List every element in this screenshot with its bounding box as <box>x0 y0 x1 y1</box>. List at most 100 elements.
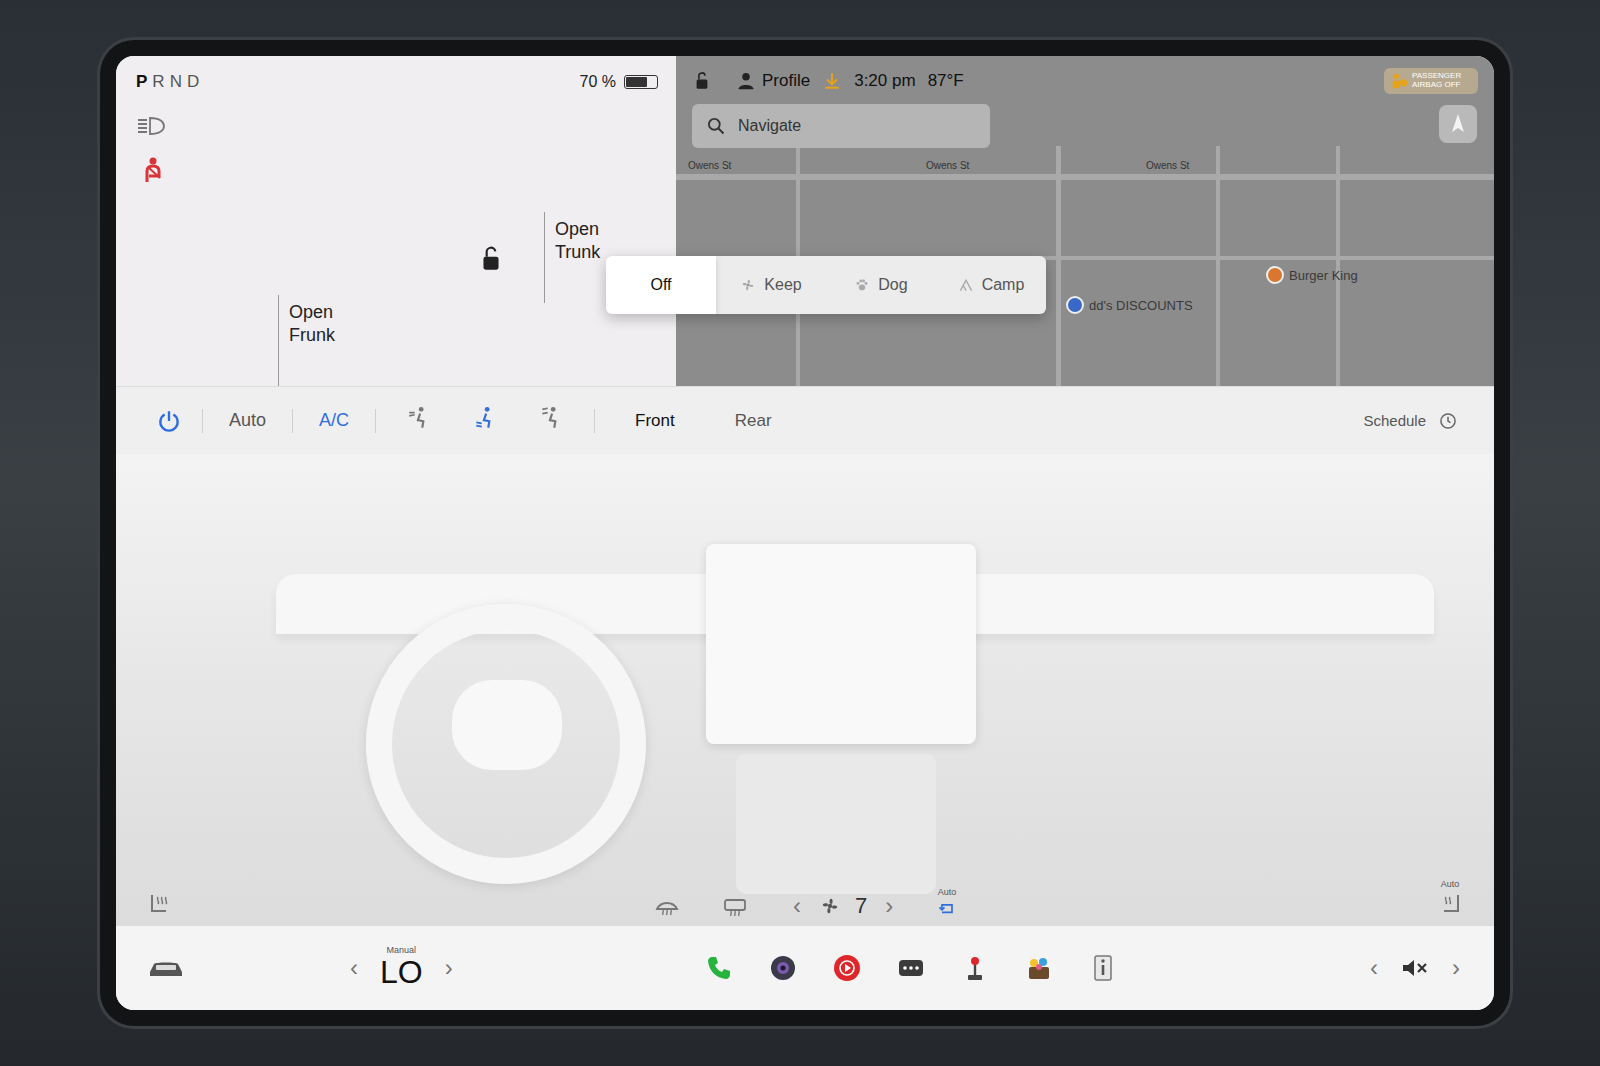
street-label: Owens St <box>1146 160 1189 171</box>
temperature-decrease-button[interactable]: ‹ <box>346 956 362 980</box>
divider <box>292 409 293 433</box>
navigate-input[interactable] <box>736 116 976 136</box>
map-search-row <box>692 104 1478 148</box>
temperature-value: LO <box>380 955 423 990</box>
app-launcher <box>704 953 1118 983</box>
schedule-label: Schedule <box>1363 412 1426 429</box>
manual-icon[interactable] <box>1088 953 1118 983</box>
gear: P <box>136 72 149 92</box>
download-icon[interactable] <box>822 71 842 91</box>
battery-icon <box>624 75 658 89</box>
temperature-display: ManualLO <box>380 945 423 990</box>
recirculate-label: Auto <box>938 887 957 897</box>
street-label: Owens St <box>926 160 969 171</box>
street <box>1336 146 1340 386</box>
climate-keeper-option[interactable]: Off <box>606 256 716 314</box>
place-pin-icon <box>1066 296 1084 314</box>
climate-toolbar: Auto A/C Front Rear Schedule <box>116 386 1494 454</box>
climate-keeper-option[interactable]: Camp <box>936 256 1046 314</box>
map-place[interactable]: dd's DISCOUNTS <box>1066 296 1193 314</box>
place-name: dd's DISCOUNTS <box>1089 298 1193 313</box>
left-seat-heater-icon[interactable] <box>146 891 174 919</box>
option-label: Off <box>650 276 671 294</box>
airflow-button[interactable] <box>528 401 574 440</box>
climate-panel: Auto A/C Front Rear Schedule ‹ 7 › Auto Auto <box>116 386 1494 925</box>
power-icon[interactable] <box>156 408 182 434</box>
battery-reading: 70 % <box>580 73 616 91</box>
frunk-area: Open Frunk <box>188 92 438 386</box>
profile-button[interactable]: Profile <box>736 71 810 91</box>
fan-decrease-button[interactable]: ‹ <box>789 894 805 918</box>
car-icon[interactable] <box>146 955 186 981</box>
airflow-button[interactable] <box>462 401 508 440</box>
volume-control: ‹› <box>1366 956 1464 980</box>
recirculate-button[interactable]: Auto <box>937 887 957 919</box>
recirculate-icon <box>937 899 957 919</box>
climate-keeper-menu: Off Keep Dog Camp <box>606 256 1046 314</box>
screen-shape <box>706 544 976 744</box>
fan-increase-button[interactable]: › <box>881 894 897 918</box>
auto-headlight-icon <box>136 112 170 140</box>
option-label: Keep <box>764 276 801 294</box>
divider <box>594 409 595 433</box>
right-seat-heater[interactable]: Auto <box>1436 879 1464 919</box>
schedule-button[interactable]: Schedule <box>1357 407 1464 435</box>
profile-label: Profile <box>762 71 810 91</box>
more-apps-icon[interactable] <box>896 953 926 983</box>
open-frunk-button[interactable]: Open Frunk <box>278 295 368 386</box>
compass-icon[interactable] <box>1438 104 1478 144</box>
rear-defrost-icon[interactable] <box>721 895 749 919</box>
option-label: Camp <box>982 276 1025 294</box>
airbag-icon <box>1390 72 1408 90</box>
seatbelt-warning-icon <box>136 156 170 184</box>
auto-climate-button[interactable]: Auto <box>223 406 272 435</box>
media-player-icon[interactable] <box>832 953 862 983</box>
divider <box>375 409 376 433</box>
car-controls: Open Frunk Open Trunk <box>136 92 658 386</box>
driver-temperature: ‹ ManualLO › <box>346 945 457 990</box>
battery: 70 % <box>580 73 658 91</box>
right-seat-heater-icon <box>1436 891 1464 919</box>
airflow-button[interactable] <box>396 401 442 440</box>
car-status: PRND 70 % <box>136 72 658 92</box>
fan-speed: 7 <box>855 893 867 919</box>
zone-tab[interactable]: Rear <box>715 407 792 435</box>
map[interactable]: Owens StOwens StOwens Stdd's DISCOUNTSBu… <box>676 56 1494 386</box>
volume-down-button[interactable]: ‹ <box>1366 956 1382 980</box>
battery-fill <box>626 77 647 87</box>
trunk-area: Open Trunk <box>544 92 634 386</box>
speaker-muted-icon[interactable] <box>1400 956 1430 980</box>
temperature-mode: Manual <box>387 945 417 955</box>
person-icon <box>736 71 756 91</box>
gear: N <box>170 72 184 92</box>
map-status-bar: Profile3:20 pm87°FPASSENGER AIRBAG OFF <box>692 68 1478 94</box>
climate-keeper-option[interactable]: Keep <box>716 256 826 314</box>
gear: D <box>187 72 201 92</box>
place-name: Burger King <box>1289 268 1358 283</box>
climate-keeper-option[interactable]: Dog <box>826 256 936 314</box>
unlocked-lock-icon[interactable] <box>478 245 504 273</box>
cabin-controls: ‹ 7 › Auto Auto <box>116 879 1494 919</box>
clock-icon <box>1438 411 1458 431</box>
tent-icon <box>958 277 974 293</box>
front-defrost-icon[interactable] <box>653 895 681 919</box>
joystick-icon[interactable] <box>960 953 990 983</box>
phone-icon[interactable] <box>704 953 734 983</box>
camera-icon[interactable] <box>768 953 798 983</box>
temperature-increase-button[interactable]: › <box>441 956 457 980</box>
cabin-illustration <box>116 454 1494 925</box>
display: PRND 70 % Open Frunk Open Trunk Owens St Owen… <box>116 56 1494 1010</box>
steering-wheel-shape <box>366 604 646 884</box>
map-place[interactable]: Burger King <box>1266 266 1358 284</box>
toybox-icon[interactable] <box>1024 953 1054 983</box>
volume-up-button[interactable]: › <box>1448 956 1464 980</box>
ac-button[interactable]: A/C <box>313 406 355 435</box>
lock-area <box>456 92 526 386</box>
gear: R <box>152 72 166 92</box>
indicator-column <box>136 92 170 386</box>
zone-tab[interactable]: Front <box>615 407 695 435</box>
unlocked-lock-icon[interactable] <box>692 71 712 91</box>
face-airflow-icon <box>406 405 432 431</box>
navigate-field[interactable] <box>692 104 990 148</box>
fan-icon <box>819 895 841 917</box>
